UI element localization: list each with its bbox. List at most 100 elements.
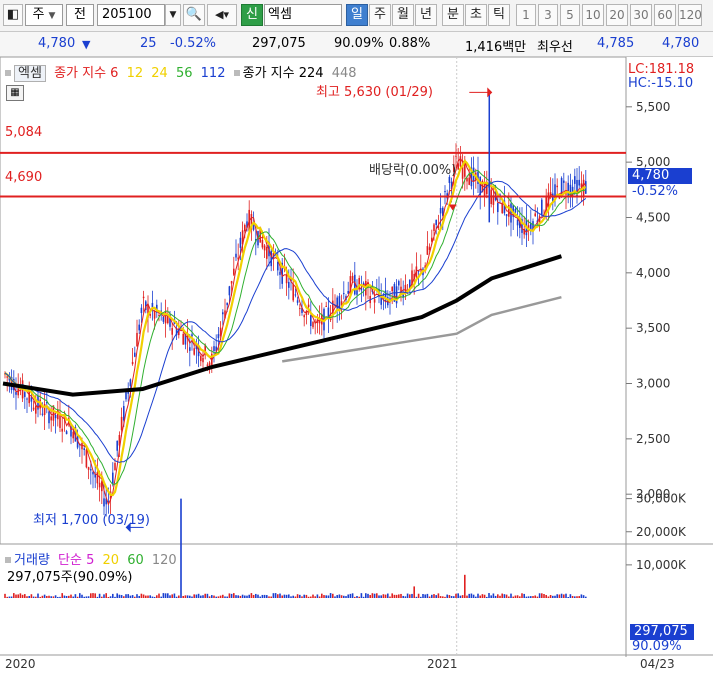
candle-body: [466, 178, 468, 182]
volume-bar: [35, 596, 37, 598]
market-select[interactable]: 주 ▼: [25, 4, 63, 26]
stock-tag[interactable]: 엑셈: [14, 65, 46, 82]
volume-bar: [83, 596, 85, 598]
speaker-icon[interactable]: ◀▾: [207, 4, 237, 26]
candle-body: [200, 355, 202, 362]
candle-body: [534, 213, 536, 216]
volume-bar: [296, 594, 299, 598]
stock-name: 엑셈: [268, 7, 292, 22]
candle-body: [136, 332, 138, 347]
volume-bar: [10, 596, 13, 598]
volume-bar: [257, 594, 259, 598]
volume-bar: [435, 595, 437, 598]
grid-toggle-icon[interactable]: ▦: [6, 85, 24, 101]
candle-body: [202, 357, 204, 363]
code-input[interactable]: 205100: [97, 4, 165, 26]
y-tick-label: 3,500: [636, 321, 670, 335]
volume-bar: [63, 595, 66, 598]
volume-bar: [371, 593, 374, 598]
price-chart[interactable]: 2,0002,5003,0003,5004,0004,5005,0005,500…: [0, 57, 713, 681]
search-icon[interactable]: 🔍: [183, 4, 205, 26]
y-tick-label: 2,500: [636, 432, 670, 446]
volume-bar: [186, 595, 189, 598]
interval-tab-30[interactable]: 30: [630, 4, 652, 26]
volume-bar: [123, 596, 125, 598]
volume-bar: [114, 596, 116, 598]
turnover: 0.88%: [389, 36, 431, 51]
volume-bar: [523, 593, 525, 598]
candle-body: [35, 405, 37, 414]
volume-bar: [567, 597, 569, 598]
prev-select[interactable]: 전: [66, 4, 94, 26]
period-tab-3[interactable]: 년: [415, 4, 437, 26]
volume-bar: [536, 596, 539, 598]
volume-bar: [290, 596, 292, 598]
interval-tab-120[interactable]: 120: [678, 4, 702, 26]
period-tab-2[interactable]: 월: [392, 4, 414, 26]
volume-bar: [17, 594, 19, 598]
candle-body: [50, 416, 52, 421]
volume-bar: [380, 595, 382, 598]
volume-bar: [349, 593, 352, 598]
interval-tab-5[interactable]: 5: [560, 4, 580, 26]
volume-bar: [59, 596, 61, 598]
candle-body: [505, 214, 508, 217]
period-tab-5[interactable]: 초: [465, 4, 487, 26]
candle-body: [24, 392, 26, 397]
volume-bar: [497, 594, 499, 598]
volume-bar: [468, 593, 470, 598]
volume-bar: [255, 593, 257, 598]
volume-bar: [175, 596, 178, 598]
candle-body: [336, 297, 338, 311]
period-tab-6[interactable]: 틱: [488, 4, 510, 26]
volume-bar: [442, 596, 444, 598]
legend-ma112: 112: [200, 66, 226, 81]
interval-tab-20[interactable]: 20: [606, 4, 628, 26]
volume-bar: [37, 593, 39, 598]
legend-marker2-icon: [233, 69, 240, 76]
candle-body: [125, 392, 127, 400]
volume-bar: [103, 594, 105, 598]
volume-bar: [316, 594, 319, 598]
volume-bar: [268, 596, 270, 598]
candle-body: [26, 398, 28, 400]
legend-ma12: 12: [126, 66, 144, 81]
volume-bar: [477, 593, 479, 598]
volume-bar: [532, 596, 534, 598]
volume-bar: [501, 593, 503, 598]
volume-bar: [292, 595, 294, 598]
interval-tab-60[interactable]: 60: [654, 4, 676, 26]
volume-bar: [391, 593, 393, 598]
chart-menu-icon[interactable]: ◧: [3, 4, 23, 26]
period-tab-4[interactable]: 분: [442, 4, 464, 26]
volume-bar: [32, 596, 35, 598]
stock-name-field[interactable]: 엑셈: [264, 4, 342, 26]
volume-bar: [356, 595, 358, 598]
volume-bar: [325, 595, 327, 598]
volume-bar: [149, 595, 151, 598]
period-tab-0[interactable]: 일: [346, 4, 368, 26]
volume-bar: [65, 596, 68, 598]
interval-tab-3[interactable]: 3: [538, 4, 558, 26]
volume-bar: [233, 593, 235, 598]
candle-body: [435, 219, 437, 225]
volume-bar: [294, 596, 297, 598]
volume-bar: [347, 594, 349, 598]
volume-bar: [30, 594, 33, 598]
interval-tab-1[interactable]: 1: [516, 4, 536, 26]
volume-bar: [545, 594, 547, 598]
candle-body: [41, 413, 44, 415]
hline-5084-label: 5,084: [5, 125, 43, 140]
volume-bar: [525, 596, 528, 598]
volume-bar: [112, 593, 114, 598]
interval-tab-10[interactable]: 10: [582, 4, 604, 26]
volume-bar: [120, 595, 123, 598]
volume-bar: [508, 596, 510, 598]
period-tab-1[interactable]: 주: [369, 4, 391, 26]
volume-bar: [87, 596, 90, 598]
volume-bar: [191, 596, 193, 598]
candle-body: [578, 179, 580, 186]
candle-body: [129, 379, 132, 387]
volume-bar: [558, 594, 561, 598]
code-dropdown-icon[interactable]: ▼: [165, 4, 181, 26]
